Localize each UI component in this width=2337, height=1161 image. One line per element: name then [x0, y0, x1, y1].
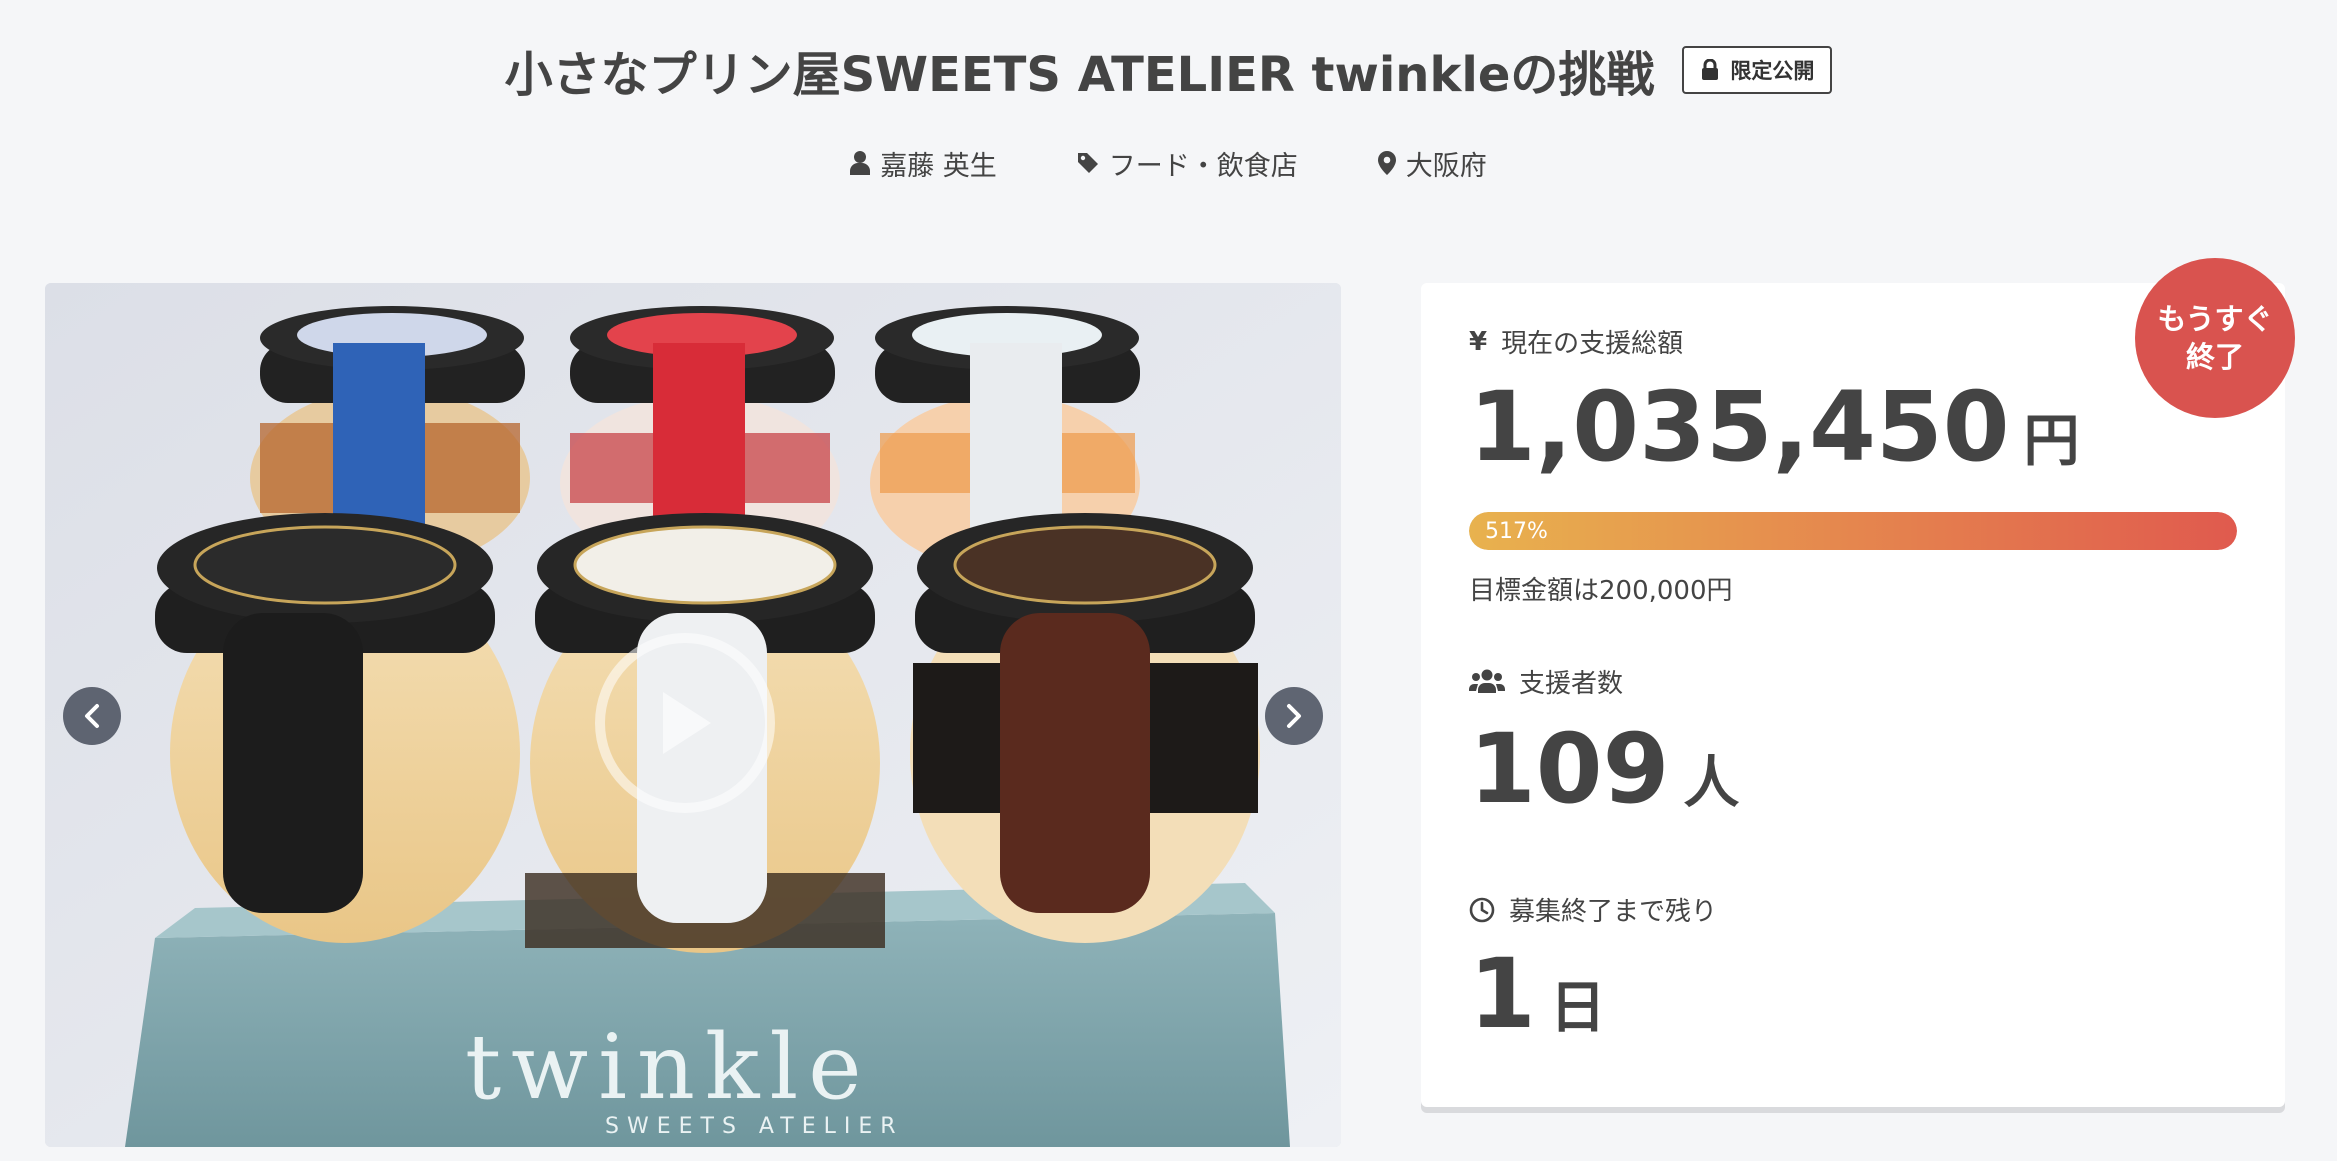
backers-unit: 人 — [1683, 751, 1740, 816]
total-amount-row: 1,035,450 円 — [1469, 371, 2080, 483]
backers-row: 109 人 — [1469, 713, 1739, 825]
progress-fill: 517% — [1469, 512, 2237, 550]
chevron-left-icon — [85, 704, 99, 728]
play-icon — [663, 692, 711, 754]
project-meta: 嘉藤 英生 フード・飲食店 大阪府 — [0, 138, 2337, 188]
category-name: フード・飲食店 — [1108, 150, 1298, 182]
funding-progress-bar: 517% — [1469, 512, 2237, 550]
category-link[interactable]: フード・飲食店 — [1077, 144, 1298, 183]
ending-badge-line1: もうすぐ — [2157, 302, 2273, 336]
ending-soon-badge: もうすぐ 終了 — [2135, 258, 2295, 418]
backers-count: 109 — [1469, 713, 1670, 825]
user-icon — [850, 151, 871, 175]
carousel-prev-button[interactable] — [63, 687, 121, 745]
owner-name: 嘉藤 英生 — [880, 150, 997, 182]
svg-text:twinkle: twinkle — [465, 1015, 872, 1120]
carousel-next-button[interactable] — [1265, 687, 1323, 745]
remaining-label-row: 募集終了まで残り — [1469, 891, 1717, 928]
owner-link[interactable]: 嘉藤 英生 — [850, 144, 997, 183]
remaining-unit: 日 — [1549, 976, 1606, 1041]
remaining-row: 1 日 — [1469, 938, 1606, 1050]
users-icon — [1469, 669, 1505, 693]
clock-icon — [1469, 897, 1495, 922]
backers-label: 支援者数 — [1519, 669, 1624, 699]
yen-icon: ¥ — [1469, 326, 1488, 357]
goal-text: 目標金額は200,000円 — [1469, 576, 1733, 606]
hero-carousel[interactable]: twinkle SWEETS ATELIER — [45, 283, 1341, 1147]
svg-text:SWEETS ATELIER: SWEETS ATELIER — [605, 1114, 904, 1139]
title-row: 小さなプリン屋SWEETS ATELIER twinkleの挑戦 限定公開 — [0, 30, 2337, 110]
page-title: 小さなプリン屋SWEETS ATELIER twinkleの挑戦 — [504, 47, 1655, 103]
remaining-label: 募集終了まで残り — [1509, 897, 1718, 927]
ending-badge-line2: 終了 — [2185, 340, 2244, 374]
total-label-row: ¥ 現在の支援総額 — [1469, 323, 1683, 360]
remaining-value: 1 — [1469, 938, 1536, 1050]
total-unit: 円 — [2023, 409, 2080, 474]
chevron-right-icon — [1287, 704, 1301, 728]
visibility-badge-label: 限定公開 — [1730, 59, 1815, 83]
tag-icon — [1077, 153, 1098, 173]
lock-icon — [1702, 59, 1719, 80]
video-play-button[interactable] — [595, 633, 775, 813]
funding-stats-panel: ¥ 現在の支援総額 1,035,450 円 517% 目標金額は200,000円… — [1421, 283, 2285, 1107]
location-name: 大阪府 — [1405, 150, 1487, 182]
progress-text: 517% — [1485, 518, 1548, 544]
location-link[interactable]: 大阪府 — [1377, 144, 1487, 183]
visibility-badge: 限定公開 — [1682, 46, 1833, 94]
map-pin-icon — [1377, 151, 1396, 175]
backers-label-row: 支援者数 — [1469, 663, 1623, 700]
total-label: 現在の支援総額 — [1501, 329, 1684, 359]
total-amount: 1,035,450 — [1469, 371, 2010, 483]
